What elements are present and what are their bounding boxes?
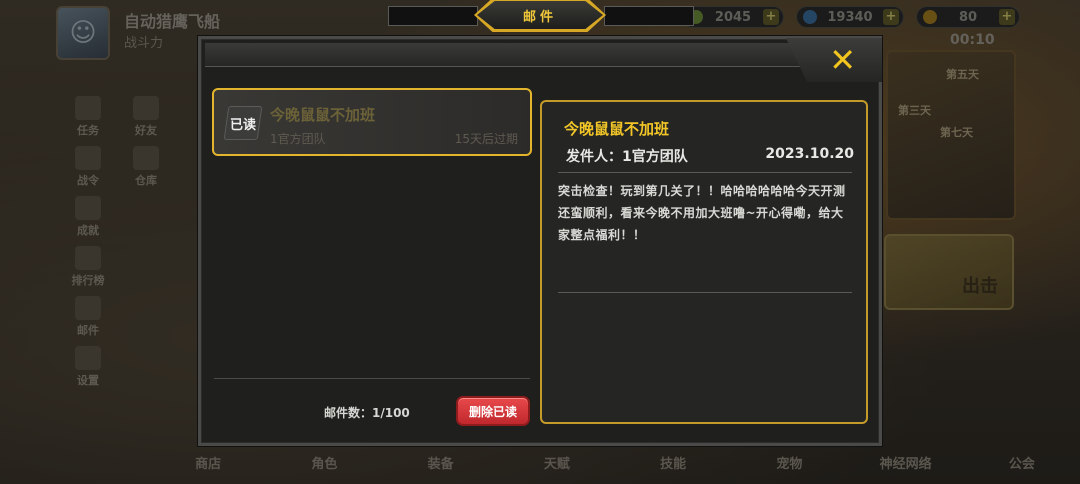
mail-expiry: 15天后过期 bbox=[454, 132, 518, 146]
mail-list: 已读 今晚鼠鼠不加班 1官方团队 15天后过期 bbox=[212, 86, 532, 432]
mail-count: 邮件数：1/100 bbox=[324, 406, 410, 420]
dialog-title-plate: 邮件 bbox=[474, 0, 606, 32]
dialog-header-bar bbox=[205, 43, 875, 67]
detail-subject: 今晚鼠鼠不加班 bbox=[564, 120, 670, 138]
detail-date: 2023.10.20 bbox=[765, 146, 854, 162]
list-divider bbox=[214, 378, 530, 379]
detail-divider-bottom bbox=[558, 292, 852, 293]
header-ornament-left bbox=[388, 6, 478, 26]
mail-sender: 1官方团队 bbox=[270, 132, 326, 146]
detail-sender: 发件人：1官方团队 bbox=[566, 149, 688, 165]
dialog-title: 邮件 bbox=[522, 9, 557, 25]
detail-body: 突击检查！玩到第几关了！！哈哈哈哈哈哈今天开测还蛮顺利，看来今晚不用加大班噜~开… bbox=[558, 184, 846, 242]
delete-read-button[interactable]: 删除已读 bbox=[456, 396, 530, 426]
read-status-badge: 已读 bbox=[223, 106, 263, 140]
mail-subject: 今晚鼠鼠不加班 bbox=[270, 106, 376, 124]
header-ornament-right bbox=[604, 6, 694, 26]
mail-detail-panel: 今晚鼠鼠不加班 发件人：1官方团队 2023.10.20 突击检查！玩到第几关了… bbox=[540, 100, 868, 424]
detail-divider bbox=[558, 172, 852, 173]
close-icon: ✕ bbox=[829, 41, 856, 79]
mail-list-item[interactable]: 已读 今晚鼠鼠不加班 1官方团队 15天后过期 bbox=[212, 88, 532, 156]
